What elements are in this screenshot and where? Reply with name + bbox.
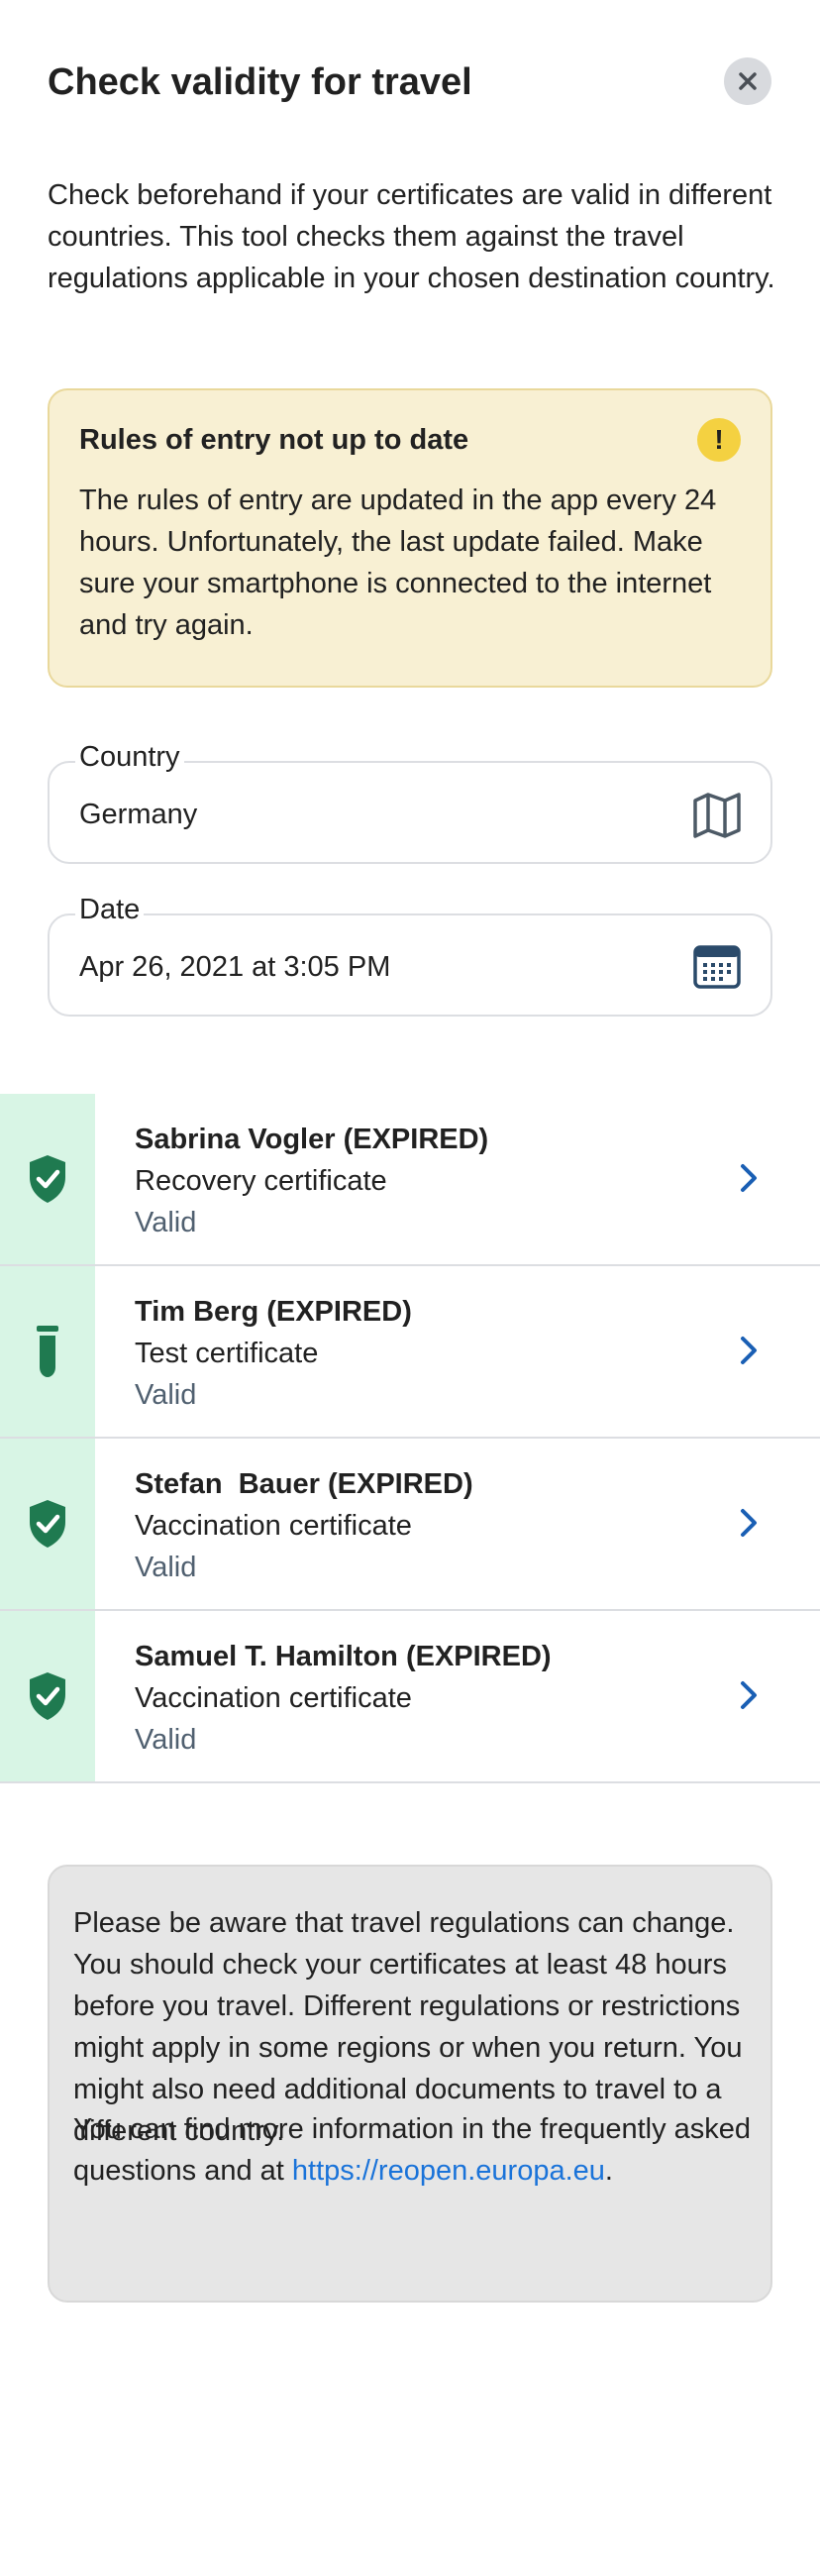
certificate-status: Valid [135, 1724, 197, 1756]
close-icon [739, 72, 757, 90]
certificate-type: Test certificate [135, 1338, 319, 1369]
country-value: Germany [79, 799, 198, 830]
chevron-right-icon [741, 1164, 757, 1192]
status-strip [0, 1611, 95, 1781]
status-strip [0, 1266, 95, 1437]
certificate-status: Valid [135, 1552, 197, 1583]
reopen-europa-link[interactable]: https://reopen.europa.eu [292, 2155, 605, 2187]
close-button[interactable] [724, 57, 771, 105]
info-text-more: You can find more information in the fre… [73, 2108, 757, 2192]
certificate-type: Recovery certificate [135, 1165, 387, 1197]
page-title: Check validity for travel [48, 61, 472, 103]
chevron-right-icon [741, 1337, 757, 1364]
exclamation-icon: ! [697, 418, 741, 462]
test-tube-icon [37, 1326, 58, 1377]
certificate-list: Sabrina Vogler (EXPIRED) Recovery certif… [0, 1094, 820, 1783]
date-label: Date [75, 894, 145, 926]
warning-text: The rules of entry are updated in the ap… [79, 484, 717, 641]
info-text-suffix: . [604, 2155, 613, 2187]
info-box: Please be aware that travel regulations … [48, 1865, 772, 2303]
warning-title: Rules of entry not up to date [79, 424, 469, 456]
certificate-row[interactable]: Tim Berg (EXPIRED) Test certificate Vali… [0, 1266, 820, 1439]
certificate-row[interactable]: Sabrina Vogler (EXPIRED) Recovery certif… [0, 1094, 820, 1266]
date-field[interactable]: Date Apr 26, 2021 at 3:05 PM [48, 894, 772, 1017]
chevron-right-icon [741, 1681, 757, 1709]
shield-check-icon [30, 1672, 65, 1720]
certificate-type: Vaccination certificate [135, 1510, 412, 1542]
shield-check-icon [30, 1500, 65, 1548]
certificate-name: Stefan Bauer (EXPIRED) [135, 1468, 473, 1500]
warning-box: Rules of entry not up to date ! The rule… [48, 388, 772, 688]
country-field[interactable]: Country Germany [48, 741, 772, 864]
certificate-name: Tim Berg (EXPIRED) [135, 1296, 412, 1328]
certificate-status: Valid [135, 1379, 197, 1411]
calendar-icon [693, 945, 741, 989]
certificate-name: Samuel T. Hamilton (EXPIRED) [135, 1641, 552, 1672]
certificate-row[interactable]: Stefan Bauer (EXPIRED) Vaccination certi… [0, 1439, 820, 1611]
certificate-name: Sabrina Vogler (EXPIRED) [135, 1124, 489, 1155]
status-strip [0, 1094, 95, 1264]
certificate-row[interactable]: Samuel T. Hamilton (EXPIRED) Vaccination… [0, 1611, 820, 1783]
chevron-right-icon [741, 1509, 757, 1537]
country-label: Country [75, 741, 184, 774]
shield-check-icon [30, 1155, 65, 1203]
certificate-status: Valid [135, 1207, 197, 1238]
date-value: Apr 26, 2021 at 3:05 PM [79, 951, 391, 983]
certificate-type: Vaccination certificate [135, 1682, 412, 1714]
status-strip [0, 1439, 95, 1609]
intro-text: Check beforehand if your certificates ar… [48, 179, 775, 294]
map-icon [693, 793, 741, 838]
